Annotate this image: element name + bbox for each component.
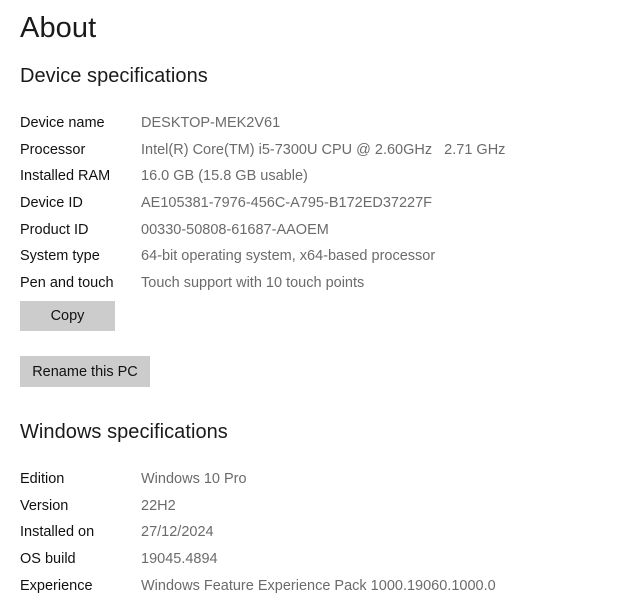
spec-row: Edition Windows 10 Pro xyxy=(20,466,610,493)
spec-label: Installed RAM xyxy=(20,168,111,185)
spec-row: Pen and touch Touch support with 10 touch… xyxy=(20,270,610,297)
spec-label: Processor xyxy=(20,141,86,158)
spec-row: Product ID 00330-50808-61687-AAOEM xyxy=(20,217,610,244)
spec-value: 64-bit operating system, x64-based proce… xyxy=(141,248,436,265)
spec-label: Edition xyxy=(20,471,65,487)
rename-this-pc-button[interactable]: Rename this PC xyxy=(20,356,150,387)
spec-value: AE105381-7976-456C-A795-B172ED37227F xyxy=(141,195,433,212)
spec-label: OS build xyxy=(20,551,76,568)
spec-label: Experience xyxy=(20,577,93,594)
windows-specifications-table: Edition Windows 10 Pro Version 22H2 Installe… xyxy=(20,466,610,599)
spec-row: OS build 19045.4894 xyxy=(20,546,610,573)
spec-label: Device ID xyxy=(20,195,83,212)
spec-row: Installed on 27/12/2024 xyxy=(20,519,610,546)
spec-row: Device ID AE105381-7976-456C-A795-B172ED3… xyxy=(20,190,610,217)
device-specifications-heading: Device specifications xyxy=(20,65,208,87)
spec-row: Device name DESKTOP-MEK2V61 xyxy=(20,110,610,137)
spec-value: 19045.4894 xyxy=(141,551,218,568)
spec-value: Intel(R) Core(TM) i5-7300U CPU @ 2.60GHz… xyxy=(141,141,506,158)
windows-specifications-heading: Windows specifications xyxy=(20,421,228,443)
spec-value: Windows 10 Pro xyxy=(141,471,247,487)
spec-label: Product ID xyxy=(20,221,89,238)
spec-value: 22H2 xyxy=(141,497,176,514)
copy-button[interactable]: Copy xyxy=(20,301,115,331)
spec-label: System type xyxy=(20,248,100,265)
spec-row: Installed RAM 16.0 GB (15.8 GB usable) xyxy=(20,163,610,190)
spec-value: 27/12/2024 xyxy=(141,524,214,541)
spec-label: Pen and touch xyxy=(20,275,114,292)
spec-label: Installed on xyxy=(20,524,95,541)
spec-row: System type 64-bit operating system, x64-… xyxy=(20,243,610,270)
page-title: About xyxy=(20,12,97,44)
spec-value: DESKTOP-MEK2V61 xyxy=(141,115,281,131)
spec-label: Device name xyxy=(20,115,105,131)
spec-row: Version 22H2 xyxy=(20,493,610,520)
spec-row: Experience Windows Feature Experience Pac… xyxy=(20,573,610,600)
spec-row: Processor Intel(R) Core(TM) i5-7300U CPU … xyxy=(20,137,610,164)
spec-value: Touch support with 10 touch points xyxy=(141,275,365,292)
spec-value: 16.0 GB (15.8 GB usable) xyxy=(141,168,308,185)
spec-value: Windows Feature Experience Pack 1000.190… xyxy=(141,577,496,594)
device-specifications-table: Device name DESKTOP-MEK2V61 Processor Intel… xyxy=(20,110,610,297)
about-settings-page: About Device specifications Device name D… xyxy=(0,0,630,600)
spec-value: 00330-50808-61687-AAOEM xyxy=(141,221,329,238)
spec-label: Version xyxy=(20,497,69,514)
